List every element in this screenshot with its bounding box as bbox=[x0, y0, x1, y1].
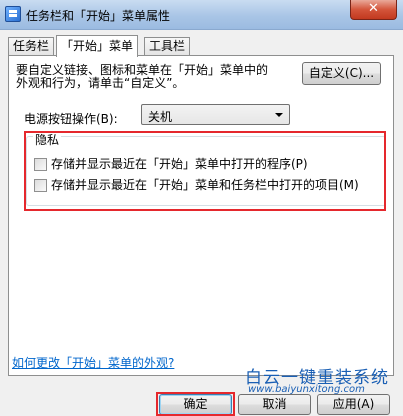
title-bar: 任务栏和「开始」菜单属性 ✕ bbox=[0, 0, 403, 30]
tab-toolbars[interactable]: 工具栏 bbox=[144, 37, 191, 56]
window-title: 任务栏和「开始」菜单属性 bbox=[26, 9, 171, 23]
power-button-value: 关机 bbox=[148, 110, 173, 124]
ok-button[interactable]: 确定 bbox=[159, 394, 232, 415]
taskbar-properties-icon bbox=[5, 6, 21, 22]
recent-items-label[interactable]: 存储并显示最近在「开始」菜单和任务栏中打开的项目(M) bbox=[51, 179, 359, 192]
dropdown-arrow-icon bbox=[275, 113, 283, 117]
tab-taskbar[interactable]: 任务栏 bbox=[8, 37, 55, 56]
privacy-group bbox=[26, 136, 386, 206]
close-button[interactable]: ✕ bbox=[350, 0, 397, 20]
power-button-label: 电源按钮操作(B): bbox=[24, 112, 118, 126]
recent-programs-checkbox[interactable] bbox=[34, 158, 47, 171]
power-button-select[interactable]: 关机 bbox=[141, 104, 290, 125]
help-link[interactable]: 如何更改「开始」菜单的外观? bbox=[12, 354, 174, 371]
recent-items-checkbox[interactable] bbox=[34, 179, 47, 192]
description-line: 外观和行为，请单击“自定义”。 bbox=[16, 76, 185, 90]
close-icon: ✕ bbox=[368, 1, 379, 16]
apply-button[interactable]: 应用(A) bbox=[317, 394, 390, 415]
customize-button[interactable]: 自定义(C)... bbox=[302, 62, 381, 85]
recent-programs-label[interactable]: 存储并显示最近在「开始」菜单中打开的程序(P) bbox=[51, 158, 308, 171]
cancel-button[interactable]: 取消 bbox=[238, 394, 311, 415]
customize-description: 要自定义链接、图标和菜单在「开始」菜单中的 外观和行为，请单击“自定义”。 bbox=[16, 64, 296, 90]
privacy-legend: 隐私 bbox=[33, 131, 62, 148]
tab-start-menu[interactable]: 「开始」菜单 bbox=[56, 35, 139, 57]
